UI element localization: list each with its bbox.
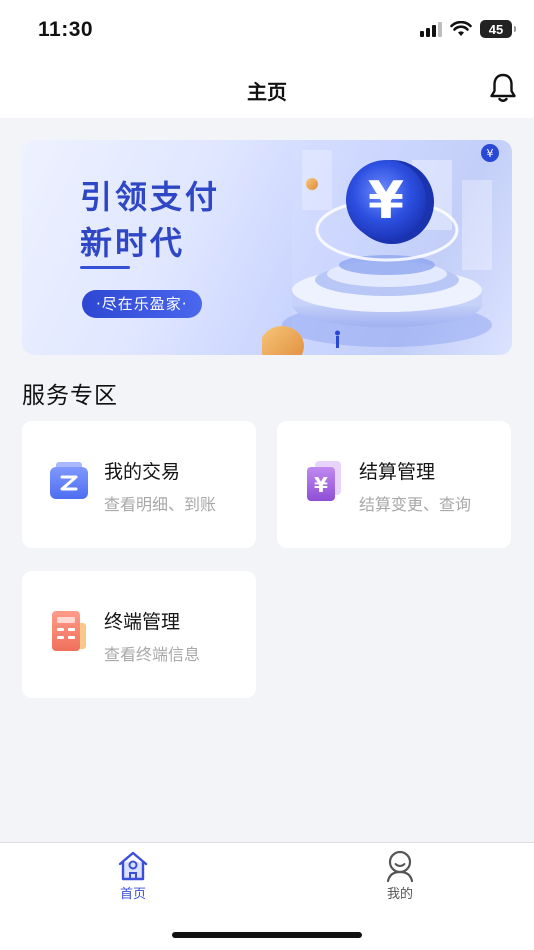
notification-bell-icon[interactable] bbox=[488, 72, 518, 104]
card-settlement-management[interactable]: ¥ 结算管理 结算变更、查询 bbox=[277, 421, 511, 548]
tab-label: 我的 bbox=[386, 887, 413, 902]
profile-icon bbox=[386, 850, 414, 883]
wifi-icon bbox=[450, 21, 472, 36]
card-subtitle: 结算变更、查询 bbox=[359, 495, 472, 514]
svg-text:¥: ¥ bbox=[487, 147, 494, 160]
card-terminal-management[interactable]: 终端管理 查看终端信息 bbox=[22, 571, 256, 698]
status-icons: 45 bbox=[420, 20, 516, 38]
page-title: 主页 bbox=[247, 80, 287, 104]
card-subtitle: 查看终端信息 bbox=[104, 645, 201, 664]
card-subtitle: 查看明细、到账 bbox=[104, 495, 217, 514]
settlement-icon: ¥ bbox=[307, 461, 341, 501]
card-title: 结算管理 bbox=[359, 461, 436, 483]
battery-icon: 45 bbox=[480, 20, 516, 38]
banner-headline-line1: 引领支付 bbox=[80, 178, 221, 216]
transaction-icon bbox=[50, 462, 88, 499]
banner-headline-line2: 新时代 bbox=[80, 224, 186, 262]
card-title: 终端管理 bbox=[104, 611, 181, 633]
banner-slogan-pill: ·尽在乐盈家· bbox=[82, 290, 202, 318]
svg-text:¥: ¥ bbox=[368, 171, 404, 231]
status-bar: 11:30 45 bbox=[0, 0, 534, 60]
banner-underline bbox=[80, 266, 130, 269]
home-indicator bbox=[172, 932, 362, 938]
promo-banner[interactable]: 引领支付 新时代 ·尽在乐盈家· ¥ ¥ bbox=[22, 140, 512, 355]
status-time: 11:30 bbox=[38, 18, 94, 41]
svg-text:¥: ¥ bbox=[314, 473, 328, 497]
cellular-signal-icon bbox=[420, 22, 442, 37]
section-title: 服务专区 bbox=[22, 383, 118, 409]
tab-mine[interactable]: 我的 bbox=[360, 849, 440, 902]
card-title: 我的交易 bbox=[104, 461, 181, 483]
battery-level: 45 bbox=[488, 21, 504, 37]
yuan-coin-illustration: ¥ ¥ bbox=[262, 140, 512, 355]
home-icon bbox=[118, 851, 148, 881]
terminal-icon bbox=[52, 611, 86, 651]
tab-label: 首页 bbox=[119, 887, 146, 902]
nav-bar: 主页 bbox=[0, 60, 534, 118]
card-my-transactions[interactable]: 我的交易 查看明细、到账 bbox=[22, 421, 256, 548]
tab-home[interactable]: 首页 bbox=[93, 849, 173, 902]
